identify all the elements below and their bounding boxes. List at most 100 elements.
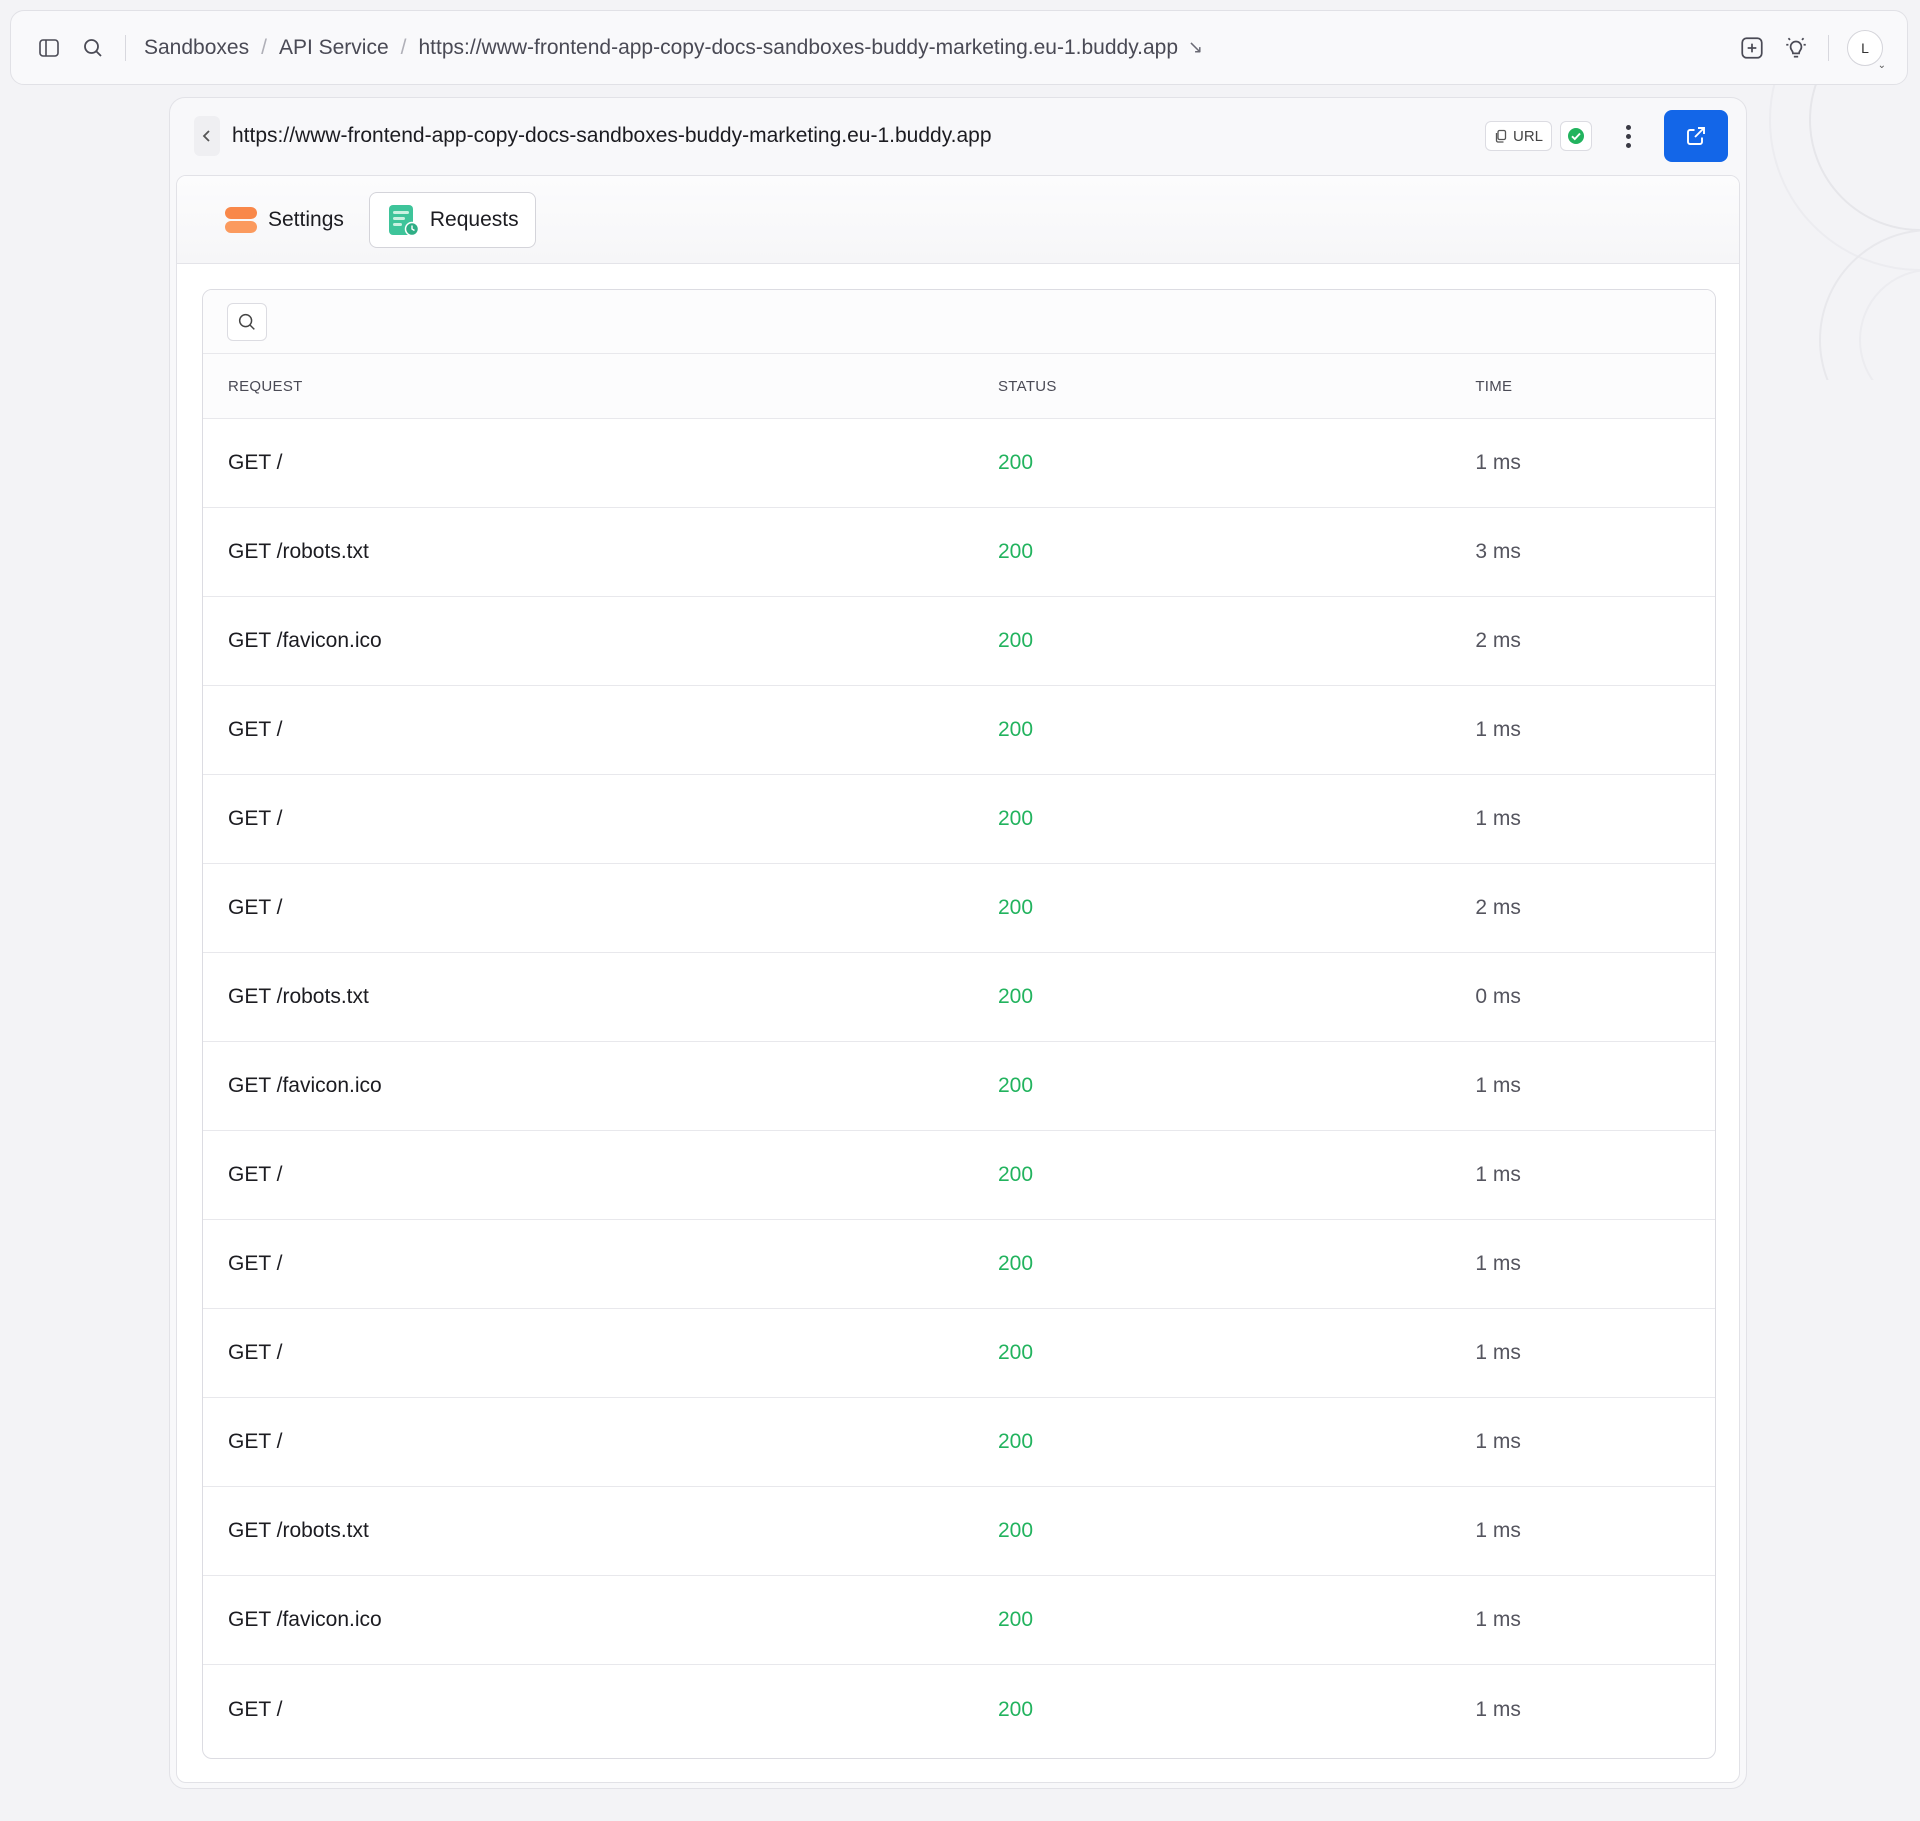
back-button[interactable] bbox=[194, 116, 220, 156]
status-indicator bbox=[1560, 121, 1592, 151]
table-row[interactable]: GET / 200 1 ms bbox=[203, 1665, 1715, 1754]
sandbox-url: https://www-frontend-app-copy-docs-sandb… bbox=[232, 124, 992, 147]
sidebar-toggle-icon[interactable] bbox=[35, 34, 63, 62]
table-row[interactable]: GET /favicon.ico 200 1 ms bbox=[203, 1042, 1715, 1131]
chevron-left-icon bbox=[202, 130, 210, 142]
status-cell: 200 bbox=[997, 1697, 1034, 1721]
breadcrumb-sandboxes[interactable]: Sandboxes bbox=[144, 36, 249, 60]
status-cell: 200 bbox=[997, 1252, 1034, 1275]
table-body: GET / 200 1 ms GET /robots.txt 200 3 ms GET /f… bbox=[203, 419, 1715, 1754]
table-row[interactable]: GET /favicon.ico 200 1 ms bbox=[203, 1576, 1715, 1665]
sandbox-panel: https://www-frontend-app-copy-docs-sandb… bbox=[169, 97, 1747, 1789]
status-cell: 200 bbox=[997, 896, 1034, 919]
status-cell: 200 bbox=[997, 1074, 1034, 1097]
status-cell: 200 bbox=[997, 807, 1034, 830]
table-row[interactable]: GET / 200 1 ms bbox=[203, 1309, 1715, 1398]
divider bbox=[1828, 34, 1829, 61]
time-cell: 1 ms bbox=[1475, 1252, 1521, 1275]
requests-log-icon bbox=[388, 204, 420, 236]
time-cell: 1 ms bbox=[1475, 1163, 1521, 1186]
avatar-initial: L bbox=[1861, 39, 1869, 56]
status-cell: 200 bbox=[997, 985, 1034, 1008]
request-cell: GET / bbox=[228, 1252, 283, 1275]
status-cell: 200 bbox=[997, 1163, 1034, 1186]
request-cell: GET /robots.txt bbox=[228, 540, 369, 563]
tab-settings-label: Settings bbox=[268, 207, 344, 231]
copy-url-button[interactable]: URL bbox=[1484, 121, 1552, 151]
breadcrumb: Sandboxes / API Service / https://www-fr… bbox=[144, 36, 1203, 60]
divider bbox=[125, 34, 126, 61]
time-cell: 1 ms bbox=[1475, 1608, 1521, 1631]
request-cell: GET / bbox=[228, 1341, 283, 1364]
table-row[interactable]: GET / 200 1 ms bbox=[203, 419, 1715, 508]
request-cell: GET /robots.txt bbox=[228, 985, 369, 1008]
table-row[interactable]: GET /robots.txt 200 1 ms bbox=[203, 1487, 1715, 1576]
request-cell: GET / bbox=[228, 1430, 283, 1453]
status-cell: 200 bbox=[997, 629, 1034, 652]
user-avatar[interactable]: L ⌄ bbox=[1847, 29, 1886, 71]
request-cell: GET / bbox=[228, 1163, 283, 1186]
search-icon bbox=[238, 313, 255, 330]
time-cell: 1 ms bbox=[1475, 1074, 1521, 1097]
tab-bar: Settings Requests bbox=[177, 176, 1739, 264]
copy-icon bbox=[1495, 129, 1507, 143]
breadcrumb-separator: / bbox=[400, 35, 407, 59]
open-external-button[interactable] bbox=[1664, 110, 1728, 162]
search-button[interactable] bbox=[227, 302, 267, 341]
time-cell: 2 ms bbox=[1475, 896, 1521, 919]
tab-requests[interactable]: Requests bbox=[368, 191, 536, 248]
more-options-icon[interactable] bbox=[1618, 124, 1638, 148]
table-row[interactable]: GET / 200 1 ms bbox=[203, 1131, 1715, 1220]
table-row[interactable]: GET / 200 1 ms bbox=[203, 775, 1715, 864]
lightbulb-icon[interactable] bbox=[1782, 34, 1810, 62]
check-circle-icon bbox=[1568, 128, 1584, 144]
table-row[interactable]: GET / 200 2 ms bbox=[203, 864, 1715, 953]
table-header: REQUEST STATUS TIME bbox=[203, 354, 1715, 419]
table-row[interactable]: GET /robots.txt 200 3 ms bbox=[203, 508, 1715, 597]
panel-header: https://www-frontend-app-copy-docs-sandb… bbox=[170, 98, 1746, 174]
table-row[interactable]: GET / 200 1 ms bbox=[203, 1220, 1715, 1309]
table-row[interactable]: GET / 200 1 ms bbox=[203, 686, 1715, 775]
tab-settings[interactable]: Settings bbox=[207, 192, 361, 248]
request-cell: GET /favicon.ico bbox=[228, 629, 382, 652]
status-cell: 200 bbox=[997, 1341, 1034, 1364]
status-cell: 200 bbox=[997, 718, 1034, 741]
chevron-down-icon: ⌄ bbox=[1877, 59, 1886, 71]
breadcrumb-sandbox-url[interactable]: https://www-frontend-app-copy-docs-sandb… bbox=[419, 36, 1179, 60]
time-cell: 1 ms bbox=[1475, 1430, 1521, 1453]
tab-requests-label: Requests bbox=[429, 207, 519, 231]
request-cell: GET /robots.txt bbox=[228, 1519, 369, 1542]
table-row[interactable]: GET /favicon.ico 200 2 ms bbox=[203, 597, 1715, 686]
status-cell: 200 bbox=[997, 1430, 1034, 1453]
time-cell: 1 ms bbox=[1475, 1697, 1521, 1721]
arrow-down-right-icon[interactable]: ↘ bbox=[1188, 37, 1203, 58]
add-icon[interactable] bbox=[1738, 34, 1766, 62]
time-cell: 1 ms bbox=[1475, 807, 1521, 830]
request-cell: GET / bbox=[228, 1697, 283, 1721]
table-row[interactable]: GET / 200 1 ms bbox=[203, 1398, 1715, 1487]
requests-table: REQUEST STATUS TIME GET /200 1 ms GET /rob… bbox=[202, 289, 1716, 1759]
column-header-time: TIME bbox=[1475, 377, 1513, 395]
status-cell: 200 bbox=[997, 1519, 1034, 1542]
time-cell: 3 ms bbox=[1475, 540, 1521, 563]
time-cell: 2 ms bbox=[1475, 629, 1521, 652]
time-cell: 0 ms bbox=[1475, 985, 1521, 1008]
time-cell: 1 ms bbox=[1475, 1341, 1521, 1364]
breadcrumb-api-service[interactable]: API Service bbox=[279, 36, 389, 60]
breadcrumb-separator: / bbox=[261, 35, 267, 59]
status-cell: 200 bbox=[997, 1608, 1034, 1631]
settings-server-icon bbox=[225, 206, 257, 233]
request-cell: GET / bbox=[228, 896, 283, 919]
panel-content: Settings Requests REQUEST STATUS TIME GE… bbox=[176, 175, 1740, 1783]
search-icon[interactable] bbox=[79, 34, 107, 62]
external-link-icon bbox=[1687, 127, 1705, 145]
time-cell: 1 ms bbox=[1475, 1519, 1521, 1542]
status-cell: 200 bbox=[997, 451, 1034, 474]
request-cell: GET /favicon.ico bbox=[228, 1074, 382, 1097]
table-row[interactable]: GET /robots.txt 200 0 ms bbox=[203, 953, 1715, 1042]
table-toolbar bbox=[203, 290, 1715, 354]
time-cell: 1 ms bbox=[1475, 451, 1521, 474]
column-header-request: REQUEST bbox=[228, 377, 303, 395]
status-cell: 200 bbox=[997, 540, 1034, 563]
request-cell: GET / bbox=[228, 718, 283, 741]
